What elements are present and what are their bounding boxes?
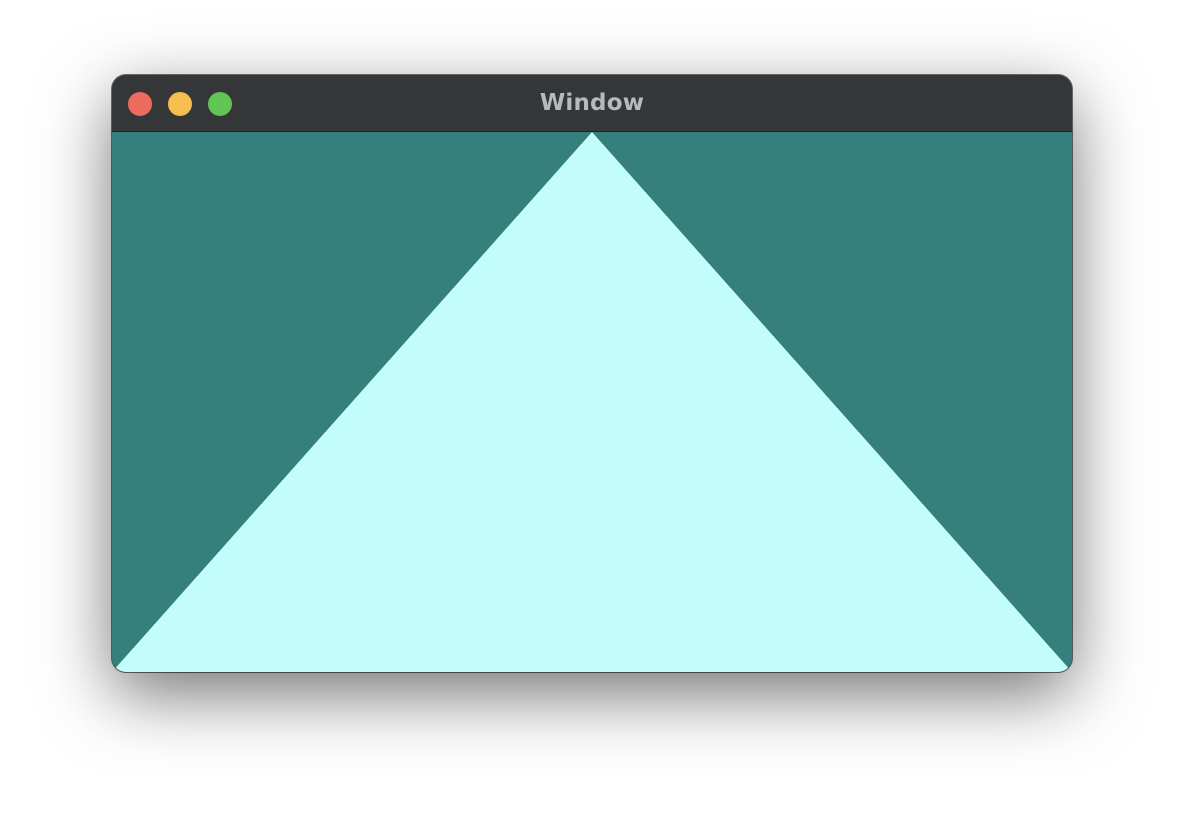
render-canvas [112, 132, 1072, 672]
title-bar[interactable]: Window [112, 75, 1072, 132]
app-window: Window [112, 75, 1072, 672]
window-title: Window [539, 90, 645, 116]
render-surface [112, 132, 1072, 672]
